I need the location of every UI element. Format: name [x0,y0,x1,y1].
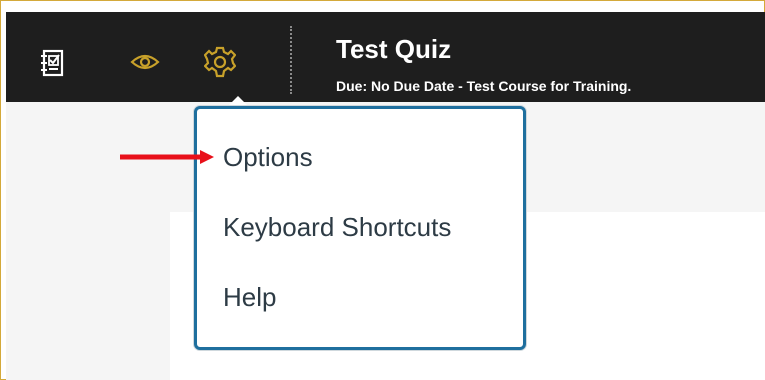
menu-item-help[interactable]: Help [223,282,276,313]
menu-item-options[interactable]: Options [223,142,313,173]
app-window: Test Quiz Due: No Due Date - Test Course… [6,12,765,380]
menu-caret [228,96,248,106]
menu-item-keyboard-shortcuts[interactable]: Keyboard Shortcuts [223,212,451,243]
settings-dropdown-menu: Options Keyboard Shortcuts Help [194,106,526,350]
quiz-icon[interactable] [40,48,66,78]
quiz-title: Test Quiz [336,34,452,64]
annotation-arrow-icon [120,148,214,166]
gear-icon[interactable] [204,46,236,78]
eye-icon[interactable] [130,52,160,72]
quiz-due-subtitle: Due: No Due Date - Test Course for Train… [336,78,632,94]
header-bar: Test Quiz Due: No Due Date - Test Course… [6,12,765,102]
header-divider [290,26,292,94]
